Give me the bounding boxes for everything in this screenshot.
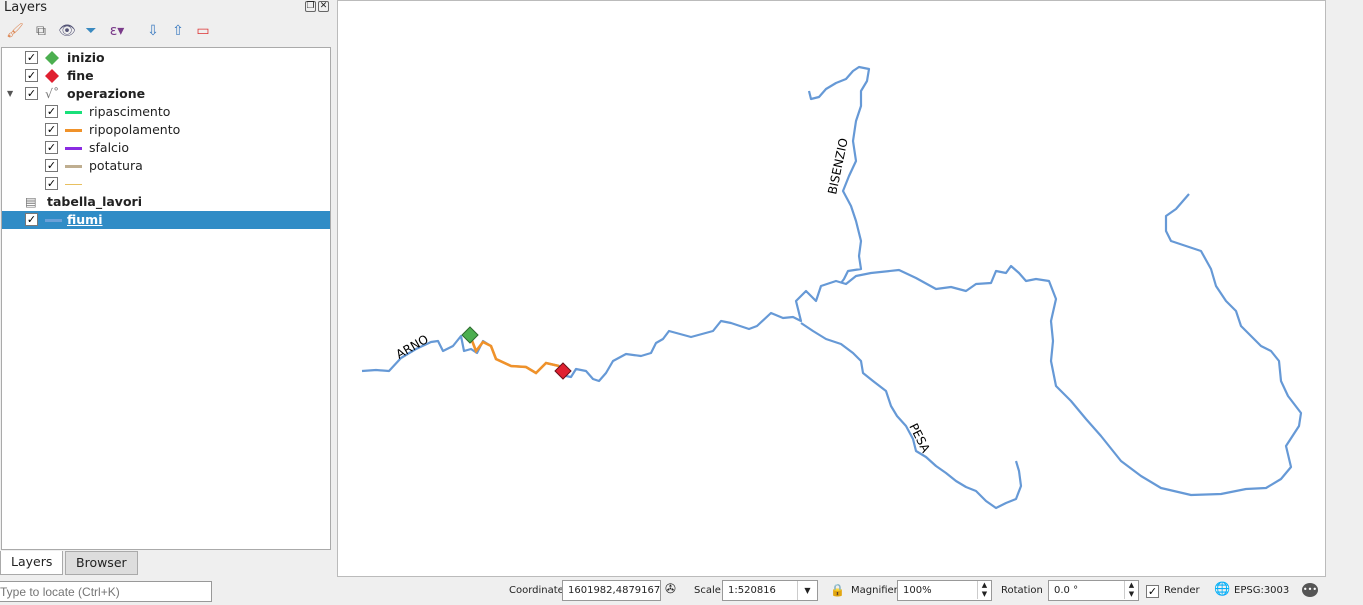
line-symbol-icon	[65, 111, 82, 114]
coordinate-label: Coordinate	[509, 585, 564, 596]
class-name: potatura	[89, 158, 143, 173]
magnifier-spinbox[interactable]: 100% ▲ ▼	[897, 580, 992, 601]
chevron-down-icon[interactable]: ▼	[797, 581, 817, 600]
render-label: Render	[1164, 585, 1200, 596]
layer-tree[interactable]: ✓ inizio ✓ fine ▼ ✓ √˚ operazione ✓ ripa…	[1, 47, 331, 550]
expression-filter-icon[interactable]: ε▾	[106, 20, 128, 42]
layer-inizio[interactable]: ✓ inizio	[2, 49, 330, 67]
coordinate-field[interactable]: 1601982,4879167	[562, 580, 661, 601]
layer-name: tabella_lavori	[47, 194, 142, 209]
rotation-spinbox[interactable]: 0.0 ° ▲ ▼	[1048, 580, 1139, 601]
magnifier-value: 100%	[903, 585, 932, 596]
class-checkbox[interactable]: ✓	[45, 141, 58, 154]
layer-name: inizio	[67, 50, 105, 65]
locator-search-input[interactable]	[0, 581, 212, 602]
filter-icon[interactable]: ⏷	[80, 20, 102, 42]
extents-toggle-icon[interactable]: ✇	[665, 582, 676, 597]
magnifier-label: Magnifier	[851, 585, 898, 596]
rule-based-icon: √˚	[45, 86, 60, 101]
layer-fiumi[interactable]: ✓ fiumi	[2, 211, 330, 229]
label-arno: ARNO	[394, 332, 431, 362]
add-group-icon[interactable]: ⧉	[30, 20, 52, 42]
rotation-value: 0.0 °	[1054, 585, 1079, 596]
line-symbol-icon	[65, 184, 82, 185]
style-manager-icon[interactable]: 🖌	[4, 20, 26, 42]
layer-checkbox[interactable]: ✓	[25, 213, 38, 226]
collapse-all-icon[interactable]: ⇧	[167, 20, 189, 42]
class-name: ripopolamento	[89, 122, 181, 137]
diamond-icon	[45, 51, 59, 65]
scale-combobox[interactable]: 1:520816 ▼	[722, 580, 818, 601]
class-checkbox[interactable]: ✓	[45, 123, 58, 136]
river-pesa	[800, 322, 1023, 510]
class-checkbox[interactable]: ✓	[45, 177, 58, 190]
layer-fine[interactable]: ✓ fine	[2, 67, 330, 85]
class-ripopolamento[interactable]: ✓ ripopolamento	[2, 121, 330, 139]
map-canvas[interactable]: ARNO BISENZIO PESA	[337, 0, 1326, 577]
spin-arrows-icon[interactable]: ▲ ▼	[1124, 581, 1138, 599]
visibility-icon[interactable]: 👁	[56, 20, 78, 42]
class-checkbox[interactable]: ✓	[45, 159, 58, 172]
class-potatura[interactable]: ✓ potatura	[2, 157, 330, 175]
class-checkbox[interactable]: ✓	[45, 105, 58, 118]
scale-label: Scale	[694, 585, 721, 596]
table-icon: ▤	[25, 194, 37, 209]
layer-checkbox[interactable]: ✓	[25, 87, 38, 100]
layer-name: fine	[67, 68, 94, 83]
class-other[interactable]: ✓	[2, 175, 330, 193]
diamond-icon	[45, 69, 59, 83]
line-symbol-icon	[65, 147, 82, 150]
marker-inizio	[461, 326, 479, 344]
class-name: ripascimento	[89, 104, 171, 119]
layer-checkbox[interactable]: ✓	[25, 69, 38, 82]
layer-name: operazione	[67, 86, 146, 101]
label-bisenzio: BISENZIO	[825, 137, 851, 196]
rotation-label: Rotation	[1001, 585, 1043, 596]
scale-value: 1:520816	[728, 585, 776, 596]
highlight-ripopolamento	[469, 337, 560, 375]
close-panel-icon[interactable]: ✕	[318, 1, 329, 12]
line-symbol-icon	[65, 129, 82, 132]
layer-checkbox[interactable]: ✓	[25, 51, 38, 64]
expand-arrow-icon[interactable]: ▼	[7, 85, 13, 103]
layer-tabella-lavori[interactable]: ▤ tabella_lavori	[2, 193, 330, 211]
expand-all-icon[interactable]: ⇩	[142, 20, 164, 42]
line-symbol-icon	[65, 165, 82, 168]
layer-name: fiumi	[67, 212, 103, 227]
remove-layer-icon[interactable]: ▭	[192, 20, 214, 42]
class-ripascimento[interactable]: ✓ ripascimento	[2, 103, 330, 121]
river-arno	[361, 193, 1303, 497]
render-checkbox[interactable]: ✓	[1146, 585, 1159, 598]
label-pesa: PESA	[906, 421, 933, 456]
crs-button[interactable]: EPSG:3003	[1234, 585, 1289, 596]
class-name: sfalcio	[89, 140, 130, 155]
lock-icon[interactable]: 🔒	[830, 583, 845, 597]
messages-icon[interactable]: •••	[1302, 583, 1318, 597]
float-panel-icon[interactable]: ❐	[305, 1, 316, 12]
tab-browser[interactable]: Browser	[65, 551, 138, 575]
class-sfalcio[interactable]: ✓ sfalcio	[2, 139, 330, 157]
map-svg: ARNO BISENZIO PESA	[361, 65, 1303, 510]
panel-title: Layers	[4, 0, 48, 15]
spin-arrows-icon[interactable]: ▲ ▼	[977, 581, 991, 599]
globe-icon[interactable]: 🌐	[1214, 582, 1230, 597]
line-symbol-icon	[45, 219, 62, 222]
tab-layers[interactable]: Layers	[0, 551, 64, 575]
layer-operazione[interactable]: ▼ ✓ √˚ operazione	[2, 85, 330, 103]
